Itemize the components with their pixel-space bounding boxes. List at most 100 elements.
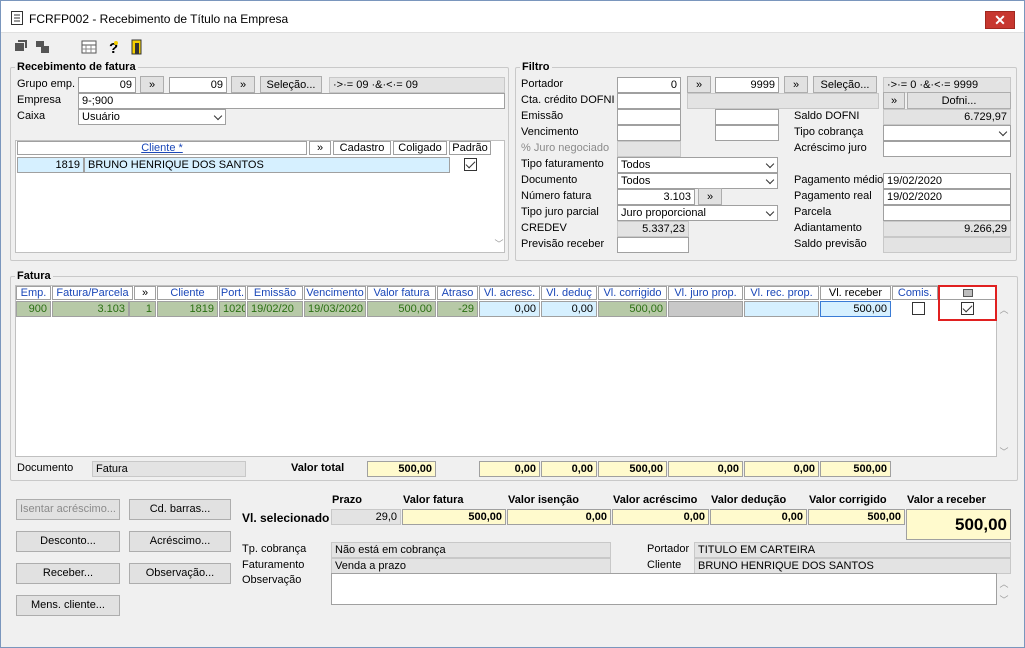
row-vencimento[interactable]: 19/03/2020: [304, 301, 366, 317]
col-vl-juro-prop[interactable]: Vl. juro prop.: [668, 286, 743, 300]
row-vl-acresc[interactable]: 0,00: [479, 301, 540, 317]
mens-cliente-button[interactable]: Mens. cliente...: [16, 595, 120, 616]
tipo-faturamento-label: Tipo faturamento: [521, 158, 604, 170]
tipo-juro-label: Tipo juro parcial: [521, 206, 599, 218]
col-vl-receber[interactable]: Vl. receber: [820, 286, 891, 300]
portador-from-more-button[interactable]: »: [687, 76, 711, 93]
open-icon[interactable]: [13, 39, 29, 55]
portador-to-more-button[interactable]: »: [784, 76, 808, 93]
row-atraso[interactable]: -29: [437, 301, 478, 317]
col-valor-fatura[interactable]: Valor fatura: [367, 286, 436, 300]
row-fatura[interactable]: 3.103: [52, 301, 129, 317]
vencimento-from-input[interactable]: [617, 125, 681, 141]
vencimento-to-input[interactable]: [715, 125, 779, 141]
help-icon[interactable]: ?: [105, 39, 121, 55]
row-cliente[interactable]: 1819: [157, 301, 218, 317]
grid-scroll-down-icon[interactable]: ﹀: [999, 445, 1009, 458]
cliente-scroll-down-icon[interactable]: ﹀: [494, 237, 504, 250]
row-vl-rec-prop[interactable]: [744, 301, 819, 317]
empresa-input[interactable]: 9-;900: [78, 93, 505, 109]
cta-credito-input[interactable]: [617, 93, 681, 109]
row-comis-checkbox[interactable]: [912, 302, 925, 315]
dofni-button[interactable]: Dofni...: [907, 92, 1011, 109]
col-vl-acresc[interactable]: Vl. acresc.: [479, 286, 540, 300]
emissao-to-input[interactable]: [715, 109, 779, 125]
row-emp[interactable]: 900: [16, 301, 51, 317]
adiantamento-value: 9.266,29: [883, 221, 1011, 237]
caixa-label: Caixa: [17, 110, 46, 122]
col-port[interactable]: Port.: [219, 286, 246, 300]
emissao-from-input[interactable]: [617, 109, 681, 125]
cliente-more-header[interactable]: »: [309, 141, 331, 155]
grupo-from-input[interactable]: 09: [78, 77, 136, 93]
isentar-acrescimo-button[interactable]: Isentar acréscimo...: [16, 499, 120, 520]
adiantamento-label: Adiantamento: [794, 222, 862, 234]
cliente-row-name[interactable]: BRUNO HENRIQUE DOS SANTOS: [84, 157, 450, 173]
col-fatura-parcela[interactable]: Fatura/Parcela: [52, 286, 133, 300]
observacao-button[interactable]: Observação...: [129, 563, 231, 584]
col-more[interactable]: »: [134, 286, 156, 300]
grupo-to-input[interactable]: 09: [169, 77, 227, 93]
coligado-header[interactable]: Coligado: [393, 141, 447, 155]
previsao-receber-input[interactable]: [617, 237, 689, 253]
parcela-input[interactable]: [883, 205, 1011, 221]
pagamento-real-input[interactable]: 19/02/2020: [883, 189, 1011, 205]
grid-scroll-up-icon[interactable]: ︿: [999, 303, 1009, 316]
portador-selecao-button[interactable]: Seleção...: [813, 76, 877, 93]
grupo-to-more-button[interactable]: »: [231, 76, 255, 93]
tipo-cobranca-select[interactable]: [883, 125, 1011, 141]
row-vl-deduc[interactable]: 0,00: [541, 301, 597, 317]
obs-scroll-up-icon[interactable]: ︿: [999, 577, 1009, 590]
col-cliente[interactable]: Cliente: [157, 286, 218, 300]
col-emp[interactable]: Emp.: [16, 286, 51, 300]
obs-scroll-down-icon[interactable]: ﹀: [999, 593, 1009, 606]
portador-to-input[interactable]: 9999: [715, 77, 779, 93]
row-vl-receber-input[interactable]: 500,00: [820, 301, 891, 317]
row-port[interactable]: 1020: [219, 301, 246, 317]
col-atraso[interactable]: Atraso: [437, 286, 478, 300]
grupo-from-more-button[interactable]: »: [140, 76, 164, 93]
col-vl-rec-prop[interactable]: Vl. rec. prop.: [744, 286, 819, 300]
col-emissao[interactable]: Emissão: [247, 286, 303, 300]
copy-icon[interactable]: [35, 39, 51, 55]
desconto-button[interactable]: Desconto...: [16, 531, 120, 552]
row-vl-corrigido[interactable]: 500,00: [598, 301, 667, 317]
receber-button[interactable]: Receber...: [16, 563, 120, 584]
row-parcela[interactable]: 1: [129, 301, 156, 317]
col-vencimento[interactable]: Vencimento: [304, 286, 366, 300]
row-valor-fatura[interactable]: 500,00: [367, 301, 436, 317]
cliente-header[interactable]: Cliente *: [17, 141, 307, 155]
col-comis[interactable]: Comis.: [892, 286, 938, 300]
dofni-more-button[interactable]: »: [883, 92, 905, 109]
row-emissao[interactable]: 19/02/20: [247, 301, 303, 317]
total-valor: 500,00: [367, 461, 436, 477]
caixa-select[interactable]: Usuário: [78, 109, 226, 125]
acrescimo-juro-input[interactable]: [883, 141, 1011, 157]
calendar-icon[interactable]: [81, 39, 97, 55]
total-acresc: 0,00: [479, 461, 540, 477]
close-button[interactable]: ✕: [985, 11, 1015, 29]
cd-barras-button[interactable]: Cd. barras...: [129, 499, 231, 520]
col-vl-deduc[interactable]: Vl. deduç: [541, 286, 597, 300]
documento-filter-select[interactable]: Todos: [617, 173, 778, 189]
tp-cobranca-value: Não está em cobrança: [331, 542, 611, 558]
valor-isencao-header: Valor isenção: [508, 494, 579, 506]
observacao-textarea[interactable]: [331, 573, 997, 605]
cadastro-header[interactable]: Cadastro: [333, 141, 391, 155]
tipo-faturamento-select[interactable]: Todos: [617, 157, 778, 173]
cliente-row-code[interactable]: 1819: [17, 157, 84, 173]
pagamento-medio-input[interactable]: 19/02/2020: [883, 173, 1011, 189]
padrao-header[interactable]: Padrão: [449, 141, 491, 155]
documento-label: Documento: [17, 462, 74, 474]
row-vl-juro-prop[interactable]: [668, 301, 743, 317]
tipo-juro-select[interactable]: Juro proporcional: [617, 205, 778, 221]
col-vl-corrigido[interactable]: Vl. corrigido: [598, 286, 667, 300]
exit-icon[interactable]: [129, 39, 145, 55]
numero-fatura-input[interactable]: 3.103: [617, 189, 695, 205]
numero-fatura-more-button[interactable]: »: [698, 188, 722, 205]
grupo-label: Grupo emp.: [17, 78, 76, 90]
grupo-selecao-button[interactable]: Seleção...: [260, 76, 322, 93]
acrescimo-button[interactable]: Acréscimo...: [129, 531, 231, 552]
cliente-padrao-checkbox[interactable]: [464, 158, 477, 171]
portador-from-input[interactable]: 0: [617, 77, 681, 93]
